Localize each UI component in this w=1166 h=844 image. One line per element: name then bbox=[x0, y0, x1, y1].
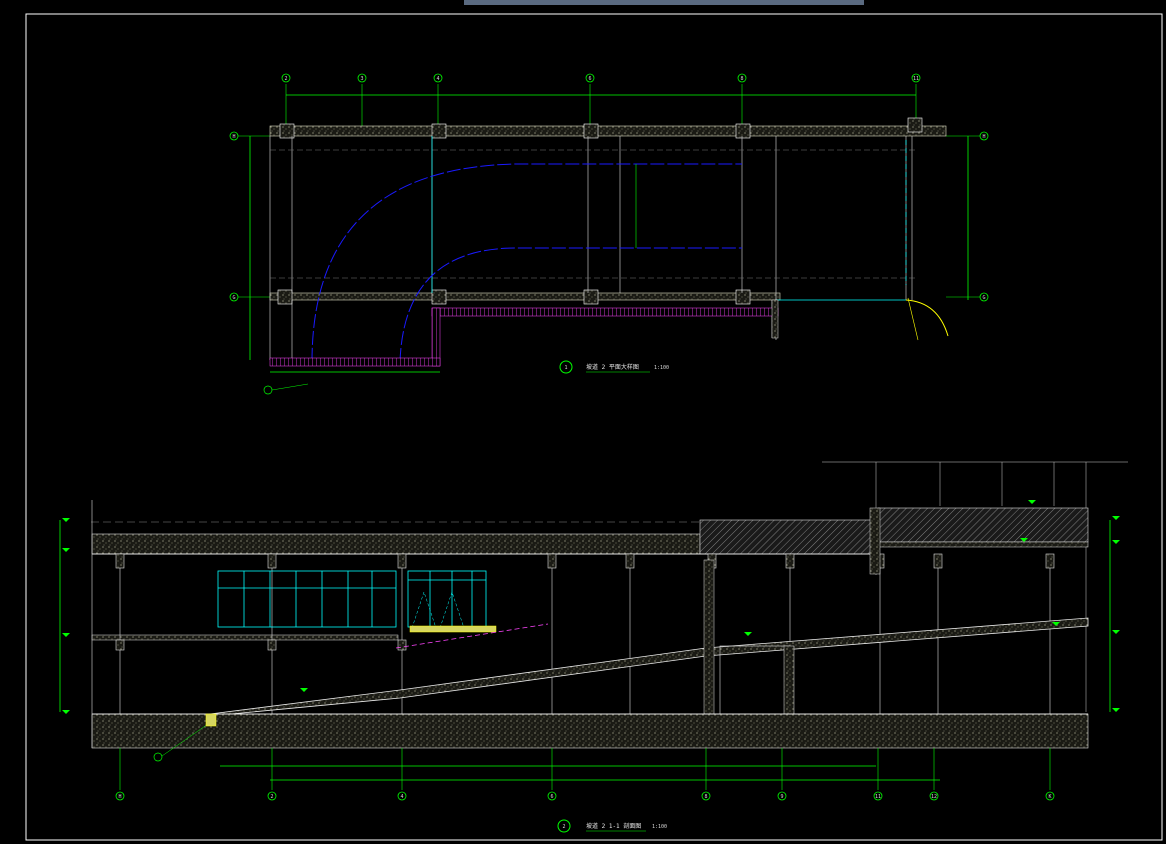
plan-title-block: 1 坡道 2 平面大样图 1:100 bbox=[559, 360, 669, 374]
section-title: 坡道 2 1-1 剖面图 bbox=[586, 822, 641, 830]
section-axis-label: 2 bbox=[270, 794, 273, 800]
section-axis-label: H bbox=[118, 794, 121, 800]
plan-row-label: G bbox=[232, 295, 235, 301]
plan-row-label: H bbox=[982, 134, 985, 140]
cad-drawing-canvas[interactable]: 2 3 4 6 8 11 H H G G 1 坡道 2 平面大样图 1:100 … bbox=[0, 0, 1166, 844]
section-axis-label: 11 bbox=[875, 794, 881, 800]
section-ramp bbox=[209, 617, 1089, 717]
section-mid-floor bbox=[91, 634, 399, 641]
section-glazing bbox=[217, 570, 487, 629]
elevation-marker bbox=[300, 688, 308, 692]
plan-top-wall bbox=[269, 125, 947, 137]
plan-middle-wall bbox=[269, 292, 781, 301]
section-axis-label: 12 bbox=[931, 794, 937, 800]
section-view: H 2 4 6 8 9 11 12 K 2 坡道 2 1-1 剖面图 1:100 bbox=[59, 461, 1128, 833]
section-axis-label: 4 bbox=[400, 794, 403, 800]
plan-scale: 1:100 bbox=[654, 365, 669, 371]
section-scale: 1:100 bbox=[652, 824, 667, 830]
section-roof-slab-left bbox=[91, 533, 701, 555]
elevation-marker bbox=[1112, 516, 1120, 520]
plan-axis-label: 2 bbox=[284, 76, 287, 82]
plan-axis-label: 8 bbox=[740, 76, 743, 82]
section-axis-label: 6 bbox=[550, 794, 553, 800]
elevation-marker bbox=[1028, 500, 1036, 504]
plan-row-label: G bbox=[982, 295, 985, 301]
elevation-marker bbox=[744, 632, 752, 636]
section-base-slab bbox=[91, 713, 1089, 749]
plan-view: 2 3 4 6 8 11 H H G G 1 坡道 2 平面大样图 1:100 bbox=[229, 73, 989, 395]
plan-title-number: 1 bbox=[564, 365, 567, 371]
elevation-marker bbox=[62, 710, 70, 714]
elevation-marker bbox=[1112, 540, 1120, 544]
elevation-marker bbox=[1112, 630, 1120, 634]
section-roof-slab-right bbox=[877, 507, 1089, 543]
section-roof-slab-mid bbox=[699, 519, 879, 555]
plan-axis-label: 4 bbox=[436, 76, 439, 82]
plan-axis-label: 11 bbox=[913, 76, 919, 82]
cad-viewport[interactable]: 2 3 4 6 8 11 H H G G 1 坡道 2 平面大样图 1:100 H … bbox=[0, 0, 1166, 844]
section-axis-label: K bbox=[1048, 794, 1051, 800]
plan-title: 坡道 2 平面大样图 bbox=[586, 363, 639, 371]
plan-axis-label: 6 bbox=[588, 76, 591, 82]
elevation-marker bbox=[62, 548, 70, 552]
plan-axis-label: 3 bbox=[360, 76, 363, 82]
elevation-marker bbox=[1112, 708, 1120, 712]
elevation-marker bbox=[62, 518, 70, 522]
section-axis-label: 9 bbox=[780, 794, 783, 800]
section-axis-label: 8 bbox=[704, 794, 707, 800]
plan-row-label: H bbox=[232, 134, 235, 140]
section-title-number: 2 bbox=[562, 824, 565, 830]
section-title-block: 2 坡道 2 1-1 剖面图 1:100 bbox=[557, 819, 667, 833]
elevation-marker bbox=[62, 633, 70, 637]
